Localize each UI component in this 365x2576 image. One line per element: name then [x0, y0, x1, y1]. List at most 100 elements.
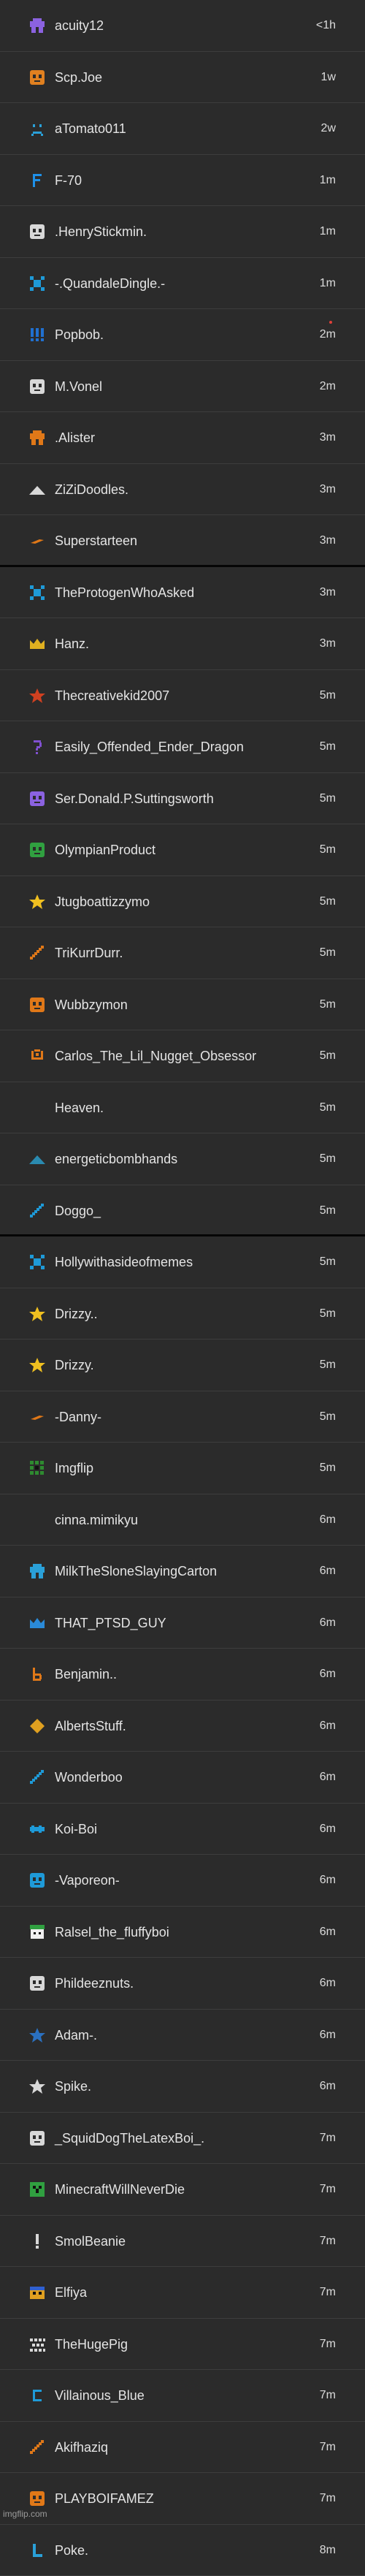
username[interactable]: -.QuandaleDingle.-	[55, 276, 165, 292]
username[interactable]: Scp.Joe	[55, 70, 102, 86]
username[interactable]: Koi-Boi	[55, 1822, 97, 1837]
user-row[interactable]: Thecreativekid20075m	[0, 670, 365, 722]
user-row[interactable]: Easily_Offended_Ender_Dragon5m	[0, 721, 365, 773]
user-row[interactable]: Ralsel_the_fluffyboi6m	[0, 1907, 365, 1958]
username[interactable]: -Vaporeon-	[55, 1873, 120, 1888]
user-row[interactable]: Adam-.6m	[0, 2010, 365, 2062]
user-row[interactable]: ZiZiDoodles.3m	[0, 464, 365, 516]
user-row[interactable]: aTomato0112w	[0, 103, 365, 155]
username[interactable]: THAT_PTSD_GUY	[55, 1616, 166, 1631]
user-row[interactable]: Villainous_Blue7m	[0, 2370, 365, 2422]
username[interactable]: _SquidDogTheLatexBoi_.	[55, 2131, 204, 2146]
user-row[interactable]: -Vaporeon-6m	[0, 1855, 365, 1907]
user-row[interactable]: TheProtogenWhoAsked3m	[0, 567, 365, 619]
username[interactable]: Spike.	[55, 2079, 91, 2094]
user-row[interactable]: energeticbombhands5m	[0, 1133, 365, 1185]
username[interactable]: PLAYBOIFAMEZ	[55, 2491, 154, 2507]
username[interactable]: Phildeeznuts.	[55, 1976, 134, 1991]
user-row[interactable]: Popbob.2m	[0, 309, 365, 361]
username[interactable]: Imgflip	[55, 1461, 93, 1476]
username[interactable]: TheHugePig	[55, 2337, 128, 2352]
username[interactable]: Elfiya	[55, 2285, 87, 2300]
username[interactable]: Benjamin..	[55, 1667, 117, 1682]
user-row[interactable]: Jtugboattizzymo5m	[0, 876, 365, 928]
user-row[interactable]: THAT_PTSD_GUY6m	[0, 1597, 365, 1649]
username[interactable]: Jtugboattizzymo	[55, 894, 150, 910]
username[interactable]: ZiZiDoodles.	[55, 482, 128, 498]
username[interactable]: Villainous_Blue	[55, 2388, 145, 2404]
username[interactable]: energeticbombhands	[55, 1152, 177, 1167]
user-row[interactable]: _SquidDogTheLatexBoi_.7m	[0, 2113, 365, 2165]
user-row[interactable]: OlympianProduct5m	[0, 824, 365, 876]
user-row[interactable]: Superstarteen3m	[0, 515, 365, 567]
username[interactable]: Doggo_	[55, 1204, 101, 1219]
user-row[interactable]: Carlos_The_Lil_Nugget_Obsessor5m	[0, 1030, 365, 1082]
user-row[interactable]: SmolBeanie7m	[0, 2216, 365, 2268]
username[interactable]: Wonderboo	[55, 1770, 123, 1785]
username[interactable]: Thecreativekid2007	[55, 688, 169, 704]
user-row[interactable]: acuity12<1h	[0, 0, 365, 52]
user-row[interactable]: Spike.6m	[0, 2061, 365, 2113]
username[interactable]: Carlos_The_Lil_Nugget_Obsessor	[55, 1049, 256, 1064]
user-row[interactable]: MinecraftWillNeverDie7m	[0, 2164, 365, 2216]
user-row[interactable]: Doggo_5m	[0, 1185, 365, 1237]
user-row[interactable]: -.QuandaleDingle.-1m	[0, 258, 365, 310]
username[interactable]: Ralsel_the_fluffyboi	[55, 1925, 169, 1940]
user-row[interactable]: Hollywithasideofmemes5m	[0, 1236, 365, 1288]
user-row[interactable]: Heaven.5m	[0, 1082, 365, 1134]
username[interactable]: Drizzy.	[55, 1358, 94, 1373]
user-row[interactable]: Scp.Joe1w	[0, 52, 365, 104]
user-row[interactable]: Hanz.3m	[0, 618, 365, 670]
username[interactable]: aTomato011	[55, 121, 126, 137]
user-row[interactable]: Poke.8m	[0, 2525, 365, 2576]
username[interactable]: cinna.mimikyu	[55, 1513, 138, 1528]
user-row[interactable]: Elfiya7m	[0, 2267, 365, 2319]
user-row[interactable]: TheHugePig7m	[0, 2319, 365, 2371]
username[interactable]: TheProtogenWhoAsked	[55, 585, 194, 601]
username[interactable]: MilkTheSloneSlayingCarton	[55, 1564, 217, 1579]
user-row[interactable]: F-701m	[0, 155, 365, 207]
user-row[interactable]: .HenryStickmin.1m	[0, 206, 365, 258]
username[interactable]: Akifhaziq	[55, 2440, 108, 2455]
username[interactable]: MinecraftWillNeverDie	[55, 2182, 185, 2197]
user-row[interactable]: Wonderboo6m	[0, 1752, 365, 1804]
username[interactable]: OlympianProduct	[55, 843, 155, 858]
username[interactable]: Drizzy..	[55, 1307, 98, 1322]
username[interactable]: Easily_Offended_Ender_Dragon	[55, 740, 244, 755]
username[interactable]: SmolBeanie	[55, 2234, 126, 2249]
username[interactable]: -Danny-	[55, 1410, 101, 1425]
user-row[interactable]: Benjamin..6m	[0, 1649, 365, 1701]
user-row[interactable]: Wubbzymon5m	[0, 979, 365, 1031]
user-row[interactable]: cinna.mimikyu6m	[0, 1494, 365, 1546]
user-row[interactable]: Drizzy.5m	[0, 1340, 365, 1391]
username[interactable]: Heaven.	[55, 1101, 104, 1116]
user-row[interactable]: Akifhaziq7m	[0, 2422, 365, 2474]
username[interactable]: AlbertsStuff.	[55, 1719, 126, 1734]
username[interactable]: .HenryStickmin.	[55, 224, 147, 240]
username[interactable]: M.Vonel	[55, 379, 102, 395]
user-row[interactable]: Phildeeznuts.6m	[0, 1958, 365, 2010]
user-row[interactable]: TriKurrDurr.5m	[0, 927, 365, 979]
user-row[interactable]: -Danny-5m	[0, 1391, 365, 1443]
user-row[interactable]: MilkTheSloneSlayingCarton6m	[0, 1546, 365, 1597]
username[interactable]: Hollywithasideofmemes	[55, 1255, 193, 1270]
username[interactable]: Adam-.	[55, 2028, 97, 2043]
user-row[interactable]: Koi-Boi6m	[0, 1804, 365, 1855]
username[interactable]: TriKurrDurr.	[55, 946, 123, 961]
username[interactable]: Hanz.	[55, 637, 89, 652]
username[interactable]: acuity12	[55, 18, 104, 34]
user-row[interactable]: Imgflip5m	[0, 1443, 365, 1494]
username[interactable]: Popbob.	[55, 327, 104, 343]
username[interactable]: Wubbzymon	[55, 998, 128, 1013]
username[interactable]: Superstarteen	[55, 533, 137, 549]
username[interactable]: .Alister	[55, 430, 95, 446]
username[interactable]: Ser.Donald.P.Suttingsworth	[55, 791, 214, 807]
user-row[interactable]: Ser.Donald.P.Suttingsworth5m	[0, 773, 365, 825]
user-row[interactable]: Drizzy..5m	[0, 1288, 365, 1340]
username[interactable]: Poke.	[55, 2543, 88, 2558]
user-row[interactable]: PLAYBOIFAMEZ7m	[0, 2473, 365, 2525]
user-row[interactable]: M.Vonel2m	[0, 361, 365, 413]
user-row[interactable]: .Alister3m	[0, 412, 365, 464]
username[interactable]: F-70	[55, 173, 82, 189]
user-row[interactable]: AlbertsStuff.6m	[0, 1701, 365, 1752]
